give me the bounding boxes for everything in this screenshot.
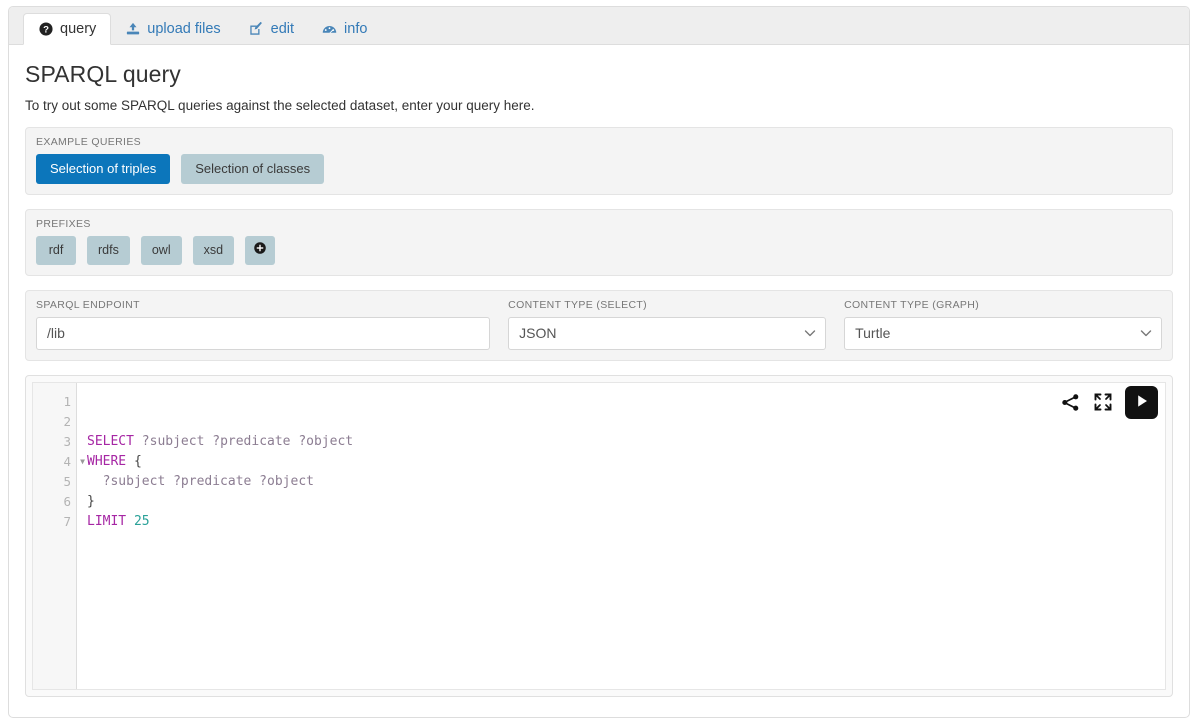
prefix-button-owl[interactable]: owl	[140, 235, 182, 265]
code-token: LIMIT	[87, 513, 127, 529]
line-number: 5	[63, 473, 71, 489]
tab-upload-files-label: upload files	[147, 21, 221, 37]
page-title: SPARQL query	[25, 61, 181, 87]
editor-toolbar	[1060, 385, 1158, 419]
tachometer-icon	[322, 22, 337, 37]
content-type-select-label: CONTENT TYPE (SELECT)	[508, 298, 647, 311]
code-line: LIMIT 25	[87, 512, 1165, 532]
tab-edit-label: edit	[270, 21, 295, 37]
line-number: 1	[63, 393, 71, 409]
tab-bar: ? query upload files edit info	[9, 7, 1189, 45]
editor-line-numbers: 1 2 3 4 ▼ 5 6 7	[33, 382, 85, 689]
connection-settings-panel: SPARQL ENDPOINT CONTENT TYPE (SELECT) JS…	[25, 289, 1173, 361]
tab-upload-files[interactable]: upload files	[111, 13, 234, 45]
code-token: ?subject ?predicate ?object	[141, 433, 354, 449]
sparql-endpoint-input[interactable]	[36, 316, 491, 350]
editor-code-content[interactable]: SELECT ?subject ?predicate ?object WHERE…	[77, 383, 1165, 689]
code-line: SELECT ?subject ?predicate ?object	[87, 432, 1165, 452]
query-code-editor[interactable]: 1 2 3 4 ▼ 5 6 7 SELECT ?subject ?predica…	[32, 381, 1166, 690]
run-play-icon	[1134, 393, 1150, 412]
page-subtitle: To try out some SPARQL queries against t…	[25, 98, 535, 113]
example-query-selection-of-triples[interactable]: Selection of triples	[36, 154, 171, 184]
code-line: ?subject ?predicate ?object	[87, 472, 1165, 492]
tab-info-label: info	[344, 21, 368, 37]
code-token: SELECT	[87, 433, 134, 449]
upload-icon	[125, 22, 140, 37]
content-type-graph-dropdown[interactable]: Turtle	[844, 316, 1163, 350]
add-prefix-button[interactable]	[245, 235, 276, 265]
question-circle-icon: ?	[38, 22, 53, 37]
tab-info[interactable]: info	[308, 13, 381, 45]
app-window: ? query upload files edit info SPARQL qu…	[8, 6, 1190, 718]
svg-text:?: ?	[43, 25, 49, 36]
prefix-button-rdf[interactable]: rdf	[36, 235, 76, 265]
example-queries-buttons: Selection of triples Selection of classe…	[36, 154, 1162, 184]
prefix-button-rdfs[interactable]: rdfs	[87, 235, 130, 265]
prefixes-buttons: rdf rdfs owl xsd	[36, 235, 1162, 265]
main-content: SPARQL query To try out some SPARQL quer…	[9, 45, 1189, 697]
tab-query[interactable]: ? query	[23, 13, 112, 45]
fold-caret-icon[interactable]: ▼	[80, 452, 85, 472]
code-token: {	[126, 453, 142, 469]
content-type-graph-label: CONTENT TYPE (GRAPH)	[844, 298, 980, 311]
fullscreen-icon[interactable]	[1093, 392, 1113, 412]
code-line: WHERE {	[87, 452, 1165, 472]
code-line: }	[87, 492, 1165, 512]
example-query-selection-of-classes[interactable]: Selection of classes	[181, 154, 325, 184]
content-type-select-dropdown[interactable]: JSON	[508, 316, 827, 350]
line-number: 3	[63, 433, 71, 449]
content-type-graph-group: CONTENT TYPE (GRAPH) Turtle	[844, 298, 1163, 350]
line-number: 2	[63, 413, 71, 429]
share-icon[interactable]	[1060, 392, 1081, 413]
line-number: 6	[63, 493, 71, 509]
example-queries-label: EXAMPLE QUERIES	[36, 136, 142, 148]
code-token: ?subject ?predicate ?object	[87, 473, 314, 489]
code-token: }	[87, 493, 95, 509]
plus-circle-icon	[253, 241, 267, 259]
tab-query-label: query	[60, 21, 97, 37]
prefixes-panel: PREFIXES rdf rdfs owl xsd	[25, 208, 1173, 276]
endpoint-label: SPARQL ENDPOINT	[36, 298, 140, 311]
query-editor-shell: 1 2 3 4 ▼ 5 6 7 SELECT ?subject ?predica…	[25, 374, 1173, 697]
run-query-button[interactable]	[1125, 385, 1158, 419]
code-token: 25	[133, 513, 150, 529]
line-number: 7	[63, 513, 71, 529]
prefix-button-xsd[interactable]: xsd	[192, 235, 235, 265]
example-queries-panel: EXAMPLE QUERIES Selection of triples Sel…	[25, 127, 1173, 195]
line-number-with-fold: 4 ▼	[33, 452, 85, 472]
line-number-text: 4	[63, 453, 71, 469]
prefixes-label: PREFIXES	[36, 217, 91, 230]
pencil-square-icon	[249, 22, 264, 37]
tab-edit[interactable]: edit	[235, 13, 308, 45]
code-token: WHERE	[87, 453, 127, 469]
endpoint-field-group: SPARQL ENDPOINT	[36, 298, 491, 350]
content-type-select-group: CONTENT TYPE (SELECT) JSON	[508, 298, 827, 350]
